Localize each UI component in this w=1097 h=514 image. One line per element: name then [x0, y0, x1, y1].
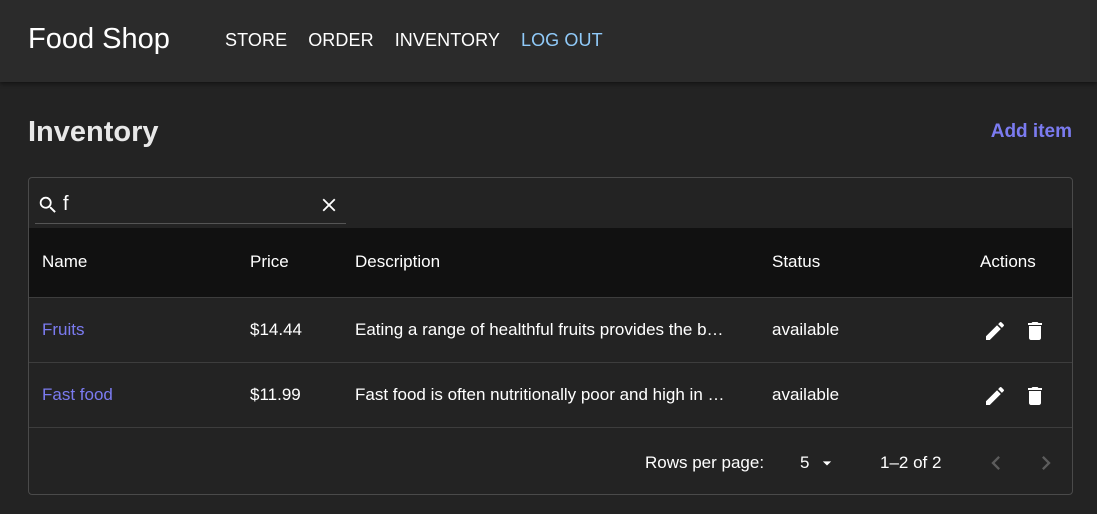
edit-icon[interactable] — [983, 384, 1007, 408]
chevron-left-icon[interactable] — [982, 449, 1010, 477]
column-header-actions: Actions — [980, 252, 1036, 271]
column-header-name[interactable]: Name — [42, 252, 87, 272]
table-row: Fast food $11.99 Fast food is often nutr… — [29, 363, 1072, 428]
pagination-range: 1–2 of 2 — [880, 453, 942, 472]
column-header-status[interactable]: Status — [772, 252, 820, 272]
table-row: Fruits $14.44 Eating a range of healthfu… — [29, 298, 1072, 363]
column-header-description[interactable]: Description — [355, 252, 440, 272]
app-bar: Food Shop STORE ORDER INVENTORY LOG OUT — [0, 0, 1097, 82]
item-description: Eating a range of healthful fruits provi… — [355, 320, 724, 339]
item-status: available — [772, 385, 840, 404]
page-title: Inventory — [28, 116, 159, 148]
close-icon[interactable] — [318, 194, 340, 216]
search-input[interactable] — [63, 190, 303, 218]
main-nav: STORE ORDER INVENTORY LOG OUT — [225, 29, 624, 51]
delete-icon[interactable] — [1023, 384, 1047, 408]
rows-per-page-select[interactable]: 5 — [800, 453, 836, 473]
chevron-down-icon — [822, 461, 832, 466]
nav-store[interactable]: STORE — [225, 29, 287, 51]
edit-icon[interactable] — [983, 319, 1007, 343]
add-item-button[interactable]: Add item — [991, 120, 1072, 144]
nav-order[interactable]: ORDER — [308, 29, 374, 51]
nav-inventory[interactable]: INVENTORY — [395, 29, 500, 51]
item-description: Fast food is often nutritionally poor an… — [355, 385, 725, 404]
brand-title: Food Shop — [28, 23, 170, 55]
chevron-right-icon[interactable] — [1032, 449, 1060, 477]
item-name-link[interactable]: Fast food — [42, 385, 113, 405]
item-name-link[interactable]: Fruits — [42, 320, 85, 340]
table-header: Name Price Description Status Actions — [29, 228, 1072, 298]
rows-per-page-value: 5 — [800, 453, 810, 472]
nav-logout[interactable]: LOG OUT — [521, 29, 603, 51]
search-icon — [39, 196, 56, 213]
inventory-table-card: Name Price Description Status Actions Fr… — [28, 177, 1073, 495]
rows-per-page-label: Rows per page: — [645, 453, 765, 472]
table-pagination: Rows per page: 5 1–2 of 2 — [29, 429, 1072, 494]
search-bar — [35, 182, 346, 224]
item-price: $14.44 — [250, 320, 302, 339]
column-header-price[interactable]: Price — [250, 252, 289, 272]
delete-icon[interactable] — [1023, 319, 1047, 343]
item-price: $11.99 — [250, 385, 301, 404]
item-status: available — [772, 320, 840, 339]
